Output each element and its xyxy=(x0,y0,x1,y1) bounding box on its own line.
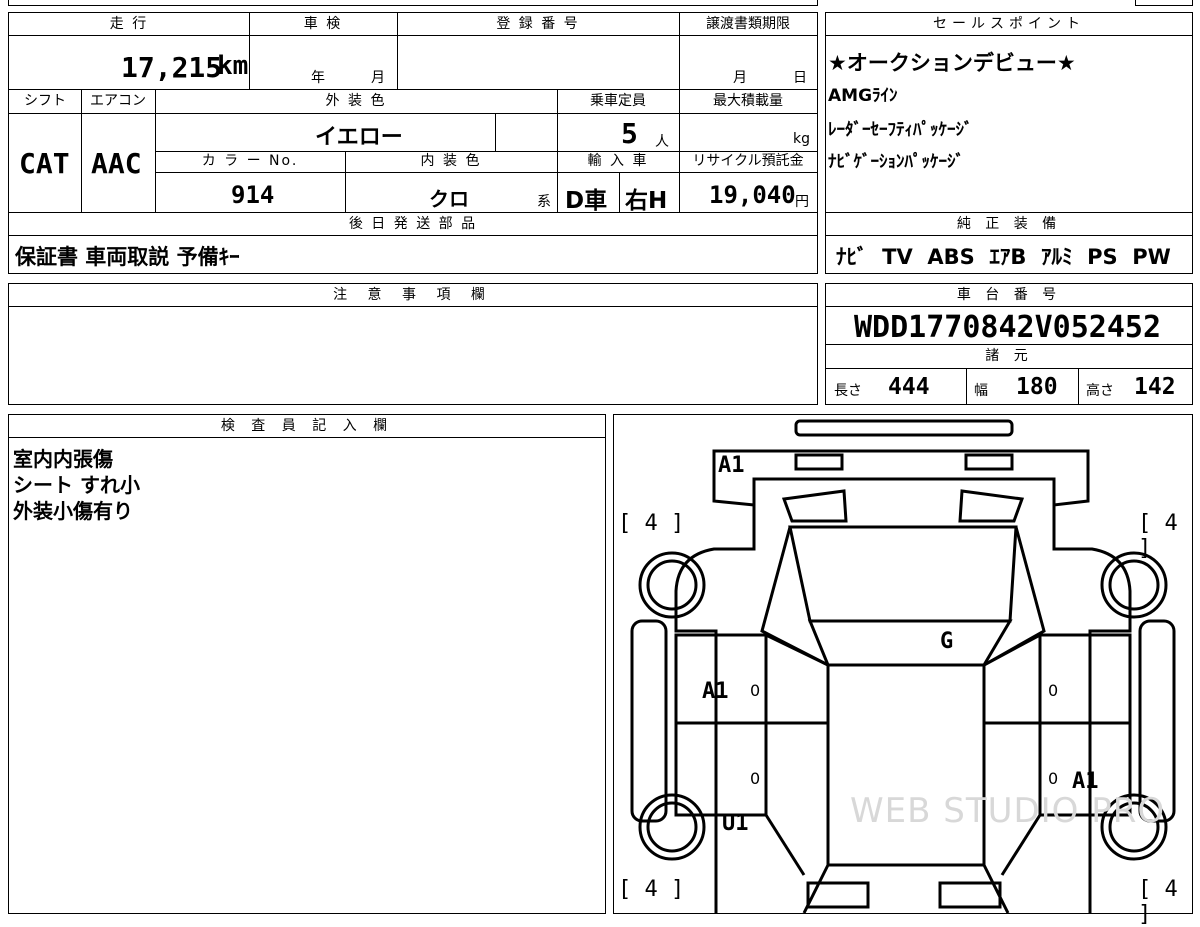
mileage-unit: km xyxy=(217,51,249,81)
sales-line-3: ﾚｰﾀﾞｰｾｰﾌﾃｨﾊﾟｯｹｰｼﾞ xyxy=(828,120,973,140)
watermark: WEB STUDIO PRO xyxy=(850,791,1166,831)
mark-left-rear: U1 xyxy=(722,811,749,836)
width-value: 180 xyxy=(1016,374,1058,400)
notes-label: 注 意 事 項 欄 xyxy=(333,287,493,303)
import-label: 輸 入 車 xyxy=(587,153,649,169)
tire-rear-right: [ 4 ] xyxy=(1138,877,1178,927)
later-parts-items: 保証書 車両取説 予備ｷｰ xyxy=(15,245,240,269)
inspection-month: 月 xyxy=(371,70,385,86)
import-type: D車 xyxy=(565,188,608,214)
inspector-line-2: シート すれ小 xyxy=(13,473,140,497)
color-no-label: カ ラ ー No. xyxy=(201,153,299,169)
registration-label: 登 録 番 号 xyxy=(496,16,580,32)
tire-front-left: [ 4 ] xyxy=(618,511,685,536)
maxload-label: 最大積載量 xyxy=(713,93,783,109)
maxload-unit: kg xyxy=(793,131,810,147)
zero-mark: 0 xyxy=(750,681,761,700)
shift-label: シフト xyxy=(24,93,66,109)
mark-glass: G xyxy=(940,629,954,654)
exterior-label: 外 装 色 xyxy=(325,93,387,109)
import-steer: 右H xyxy=(625,188,668,214)
damage-diagram-box: A1 G A1 A1 U1 [ 4 ] [ 4 ] [ 4 ] [ 4 ] 0 … xyxy=(613,414,1193,927)
ac-value: AAC xyxy=(91,147,142,180)
notes-box: 注 意 事 項 欄 xyxy=(8,283,818,405)
recycle-label: リサイクル預託金 xyxy=(692,153,804,169)
transfer-month: 月 xyxy=(733,70,747,86)
tire-front-right: [ 4 ] xyxy=(1138,511,1178,561)
sales-line-1: ★オークションデビュー★ xyxy=(828,51,1076,75)
recycle-value: 19,040 xyxy=(709,181,796,209)
sales-point-box: セールスポイント ★オークションデビュー★ AMGﾗｲﾝ ﾚｰﾀﾞｰｾｰﾌﾃｨﾊ… xyxy=(825,12,1193,274)
tire-rear-left: [ 4 ] xyxy=(618,877,685,902)
sales-line-2: AMGﾗｲﾝ xyxy=(828,86,898,106)
top-strip xyxy=(8,0,818,6)
vehicle-info-table: 走 行 車 検 登 録 番 号 譲渡書類期限 17,215 km 年 月 月 日… xyxy=(8,12,818,274)
mileage-value: 17,215 xyxy=(121,51,223,84)
zero-mark: 0 xyxy=(1048,769,1059,788)
inspector-box: 検 査 員 記 入 欄 室内内張傷 シート すれ小 外装小傷有り xyxy=(8,414,606,914)
interior-suffix: 系 xyxy=(537,194,551,210)
equipment-items: ﾅﾋﾞ TV ABS ｴｱB ｱﾙﾐ PS PW xyxy=(836,245,1171,269)
interior-label: 内 装 色 xyxy=(420,153,482,169)
inspector-line-1: 室内内張傷 xyxy=(13,447,113,471)
mileage-label: 走 行 xyxy=(109,16,149,32)
later-parts-label: 後 日 発 送 部 品 xyxy=(348,216,478,232)
inspection-label: 車 検 xyxy=(303,16,343,32)
sales-line-4: ﾅﾋﾞｹﾞｰｼｮﾝﾊﾟｯｹｰｼﾞ xyxy=(828,152,964,172)
capacity-unit: 人 xyxy=(655,134,669,150)
height-value: 142 xyxy=(1134,374,1176,400)
transfer-label: 譲渡書類期限 xyxy=(706,16,790,32)
length-label: 長さ xyxy=(834,383,862,399)
height-label: 高さ xyxy=(1086,383,1114,399)
mark-front: A1 xyxy=(718,453,745,478)
sales-point-label: セールスポイント xyxy=(933,16,1085,32)
width-label: 幅 xyxy=(974,383,988,399)
interior-value: クロ xyxy=(429,187,469,211)
inspector-line-3: 外装小傷有り xyxy=(13,499,133,523)
transfer-day: 日 xyxy=(793,70,807,86)
capacity-value: 5 xyxy=(621,117,638,150)
chassis-box: 車 台 番 号 WDD1770842V052452 諸 元 長さ 444 幅 1… xyxy=(825,283,1193,405)
color-no-value: 914 xyxy=(231,181,275,209)
chassis-label: 車 台 番 号 xyxy=(956,287,1062,303)
capacity-label: 乗車定員 xyxy=(590,93,646,109)
specs-label: 諸 元 xyxy=(985,348,1033,364)
equipment-label: 純 正 装 備 xyxy=(956,216,1062,232)
mark-left-door: A1 xyxy=(702,679,729,704)
car-diagram xyxy=(630,419,1176,913)
recycle-unit: 円 xyxy=(795,194,809,210)
inspector-label: 検 査 員 記 入 欄 xyxy=(220,418,394,434)
exterior-value: イエロー xyxy=(315,125,403,150)
ac-label: エアコン xyxy=(90,93,146,109)
shift-value: CAT xyxy=(19,147,70,180)
zero-mark: 0 xyxy=(1048,681,1059,700)
length-value: 444 xyxy=(888,374,930,400)
top-strip-right xyxy=(1135,0,1193,6)
inspection-year: 年 xyxy=(311,70,325,86)
chassis-number: WDD1770842V052452 xyxy=(854,310,1162,345)
zero-mark: 0 xyxy=(750,769,761,788)
